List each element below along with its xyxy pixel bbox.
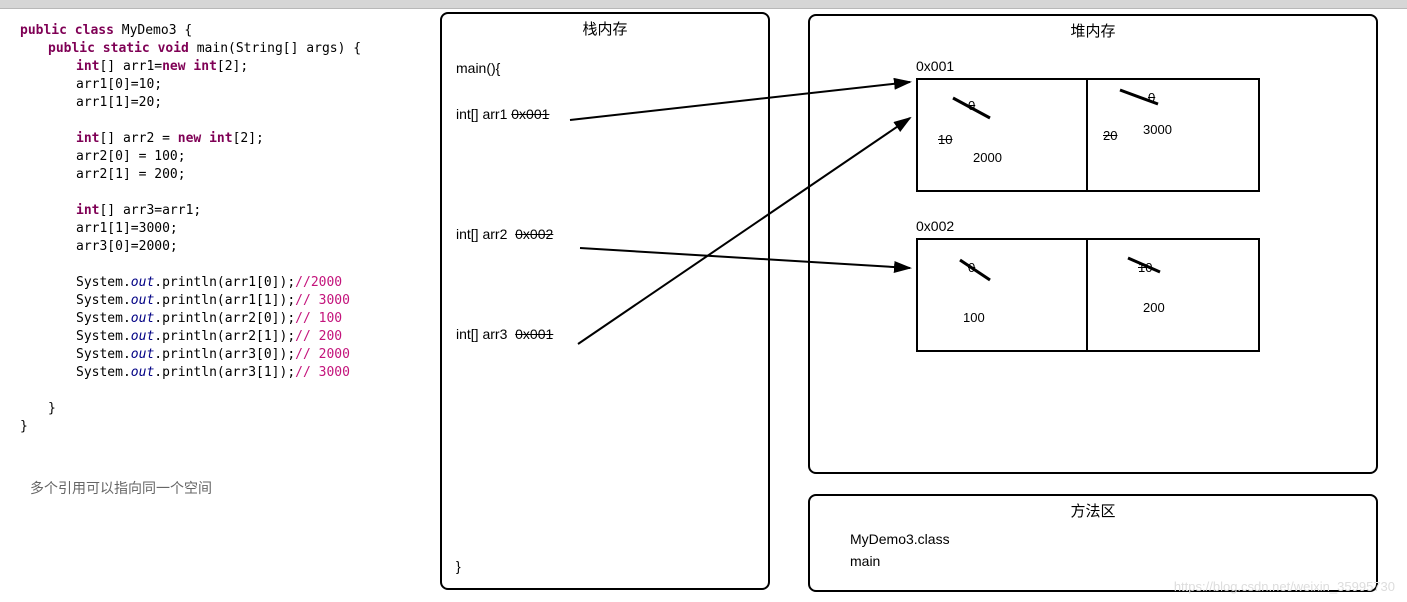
heap-cell: 10 200 — [1088, 240, 1258, 350]
t: MyDemo3 — [122, 23, 177, 38]
t: [] arr2 = — [99, 131, 177, 146]
old-val: 0 — [968, 98, 975, 113]
heap-array-1: 0 10 2000 0 20 3000 — [916, 78, 1260, 192]
old-val: 10 — [938, 132, 952, 147]
old-val: 0 — [968, 260, 975, 275]
t: .println(arr3[0]); — [154, 347, 295, 362]
t: arr1[1]=3000; — [20, 220, 361, 238]
stack-close-brace: } — [456, 558, 461, 574]
t: arr1[1]=20; — [20, 94, 361, 112]
cell-val: 200 — [1143, 300, 1165, 315]
stack-var-arr1: int[] arr1 — [456, 106, 507, 122]
heap-cell: 0 10 2000 — [918, 80, 1088, 190]
heap-cell: 0 100 — [918, 240, 1088, 350]
t: arr2[1] = 200; — [20, 166, 361, 184]
stack-main: main(){ — [456, 58, 553, 78]
kw: out — [131, 329, 154, 344]
cell-val: 3000 — [1143, 122, 1172, 137]
t: main(String[] args) { — [189, 41, 361, 56]
t: arr3[0]=2000; — [20, 238, 361, 256]
kw: out — [131, 347, 154, 362]
t: System. — [76, 311, 131, 326]
heap-title: 堆内存 — [810, 20, 1376, 41]
method-title: 方法区 — [810, 500, 1376, 521]
kw: new int — [178, 131, 233, 146]
kw: new int — [162, 59, 217, 74]
t: } — [20, 418, 361, 436]
watermark: https://blog.csdn.net/weixin_35995730 — [1174, 579, 1395, 594]
kw: public static void — [48, 41, 189, 56]
t: .println(arr1[0]); — [154, 275, 295, 290]
kw: out — [131, 275, 154, 290]
t: .println(arr2[0]); — [154, 311, 295, 326]
comment: // 100 — [295, 311, 342, 326]
comment: // 3000 — [295, 365, 350, 380]
t: System. — [76, 365, 131, 380]
t: System. — [76, 275, 131, 290]
old-val: 10 — [1138, 260, 1152, 275]
old-val: 20 — [1103, 128, 1117, 143]
stack-addr-arr2: 0x002 — [515, 224, 553, 244]
t: .println(arr3[1]); — [154, 365, 295, 380]
kw: out — [131, 293, 154, 308]
t: .println(arr1[1]); — [154, 293, 295, 308]
t: arr2[0] = 100; — [20, 148, 361, 166]
comment: // 3000 — [295, 293, 350, 308]
heap-addr-1: 0x001 — [916, 58, 954, 74]
t: System. — [76, 293, 131, 308]
stack-addr-arr1: 0x001 — [511, 104, 549, 124]
t: arr1[0]=10; — [20, 76, 361, 94]
comment: // 2000 — [295, 347, 350, 362]
stack-memory-panel: 栈内存 main(){ int[] arr1 0x001 int[] arr2 … — [440, 12, 770, 590]
kw: int — [76, 203, 99, 218]
method-class: MyDemo3.class — [850, 528, 950, 550]
method-area-panel: 方法区 MyDemo3.class main — [808, 494, 1378, 592]
old-val: 0 — [1148, 90, 1155, 105]
kw: public class — [20, 23, 122, 38]
t: System. — [76, 329, 131, 344]
t: System. — [76, 347, 131, 362]
stack-var-arr3: int[] arr3 — [456, 326, 507, 342]
t: .println(arr2[1]); — [154, 329, 295, 344]
kw: out — [131, 311, 154, 326]
t: [2]; — [217, 59, 248, 74]
method-main: main — [850, 550, 950, 572]
stack-var-arr2: int[] arr2 — [456, 226, 507, 242]
comment: // 200 — [295, 329, 342, 344]
heap-cell: 0 20 3000 — [1088, 80, 1258, 190]
heap-array-2: 0 100 10 200 — [916, 238, 1260, 352]
stack-title: 栈内存 — [442, 18, 768, 39]
t: [2]; — [233, 131, 264, 146]
heap-memory-panel: 堆内存 0x001 0 10 2000 0 20 3000 0x002 0 10… — [808, 14, 1378, 474]
kw: int — [76, 59, 99, 74]
t: } — [20, 400, 361, 418]
explain-note: 多个引用可以指向同一个空间 — [30, 478, 212, 498]
cell-val: 2000 — [973, 150, 1002, 165]
t: { — [177, 23, 193, 38]
stack-addr-arr3: 0x001 — [515, 324, 553, 344]
t: [] arr1= — [99, 59, 162, 74]
cell-val: 100 — [963, 310, 985, 325]
java-source-code: public class MyDemo3 { public static voi… — [20, 22, 361, 436]
comment: //2000 — [295, 275, 342, 290]
heap-addr-2: 0x002 — [916, 218, 954, 234]
t: [] arr3=arr1; — [99, 203, 201, 218]
kw: int — [76, 131, 99, 146]
kw: out — [131, 365, 154, 380]
